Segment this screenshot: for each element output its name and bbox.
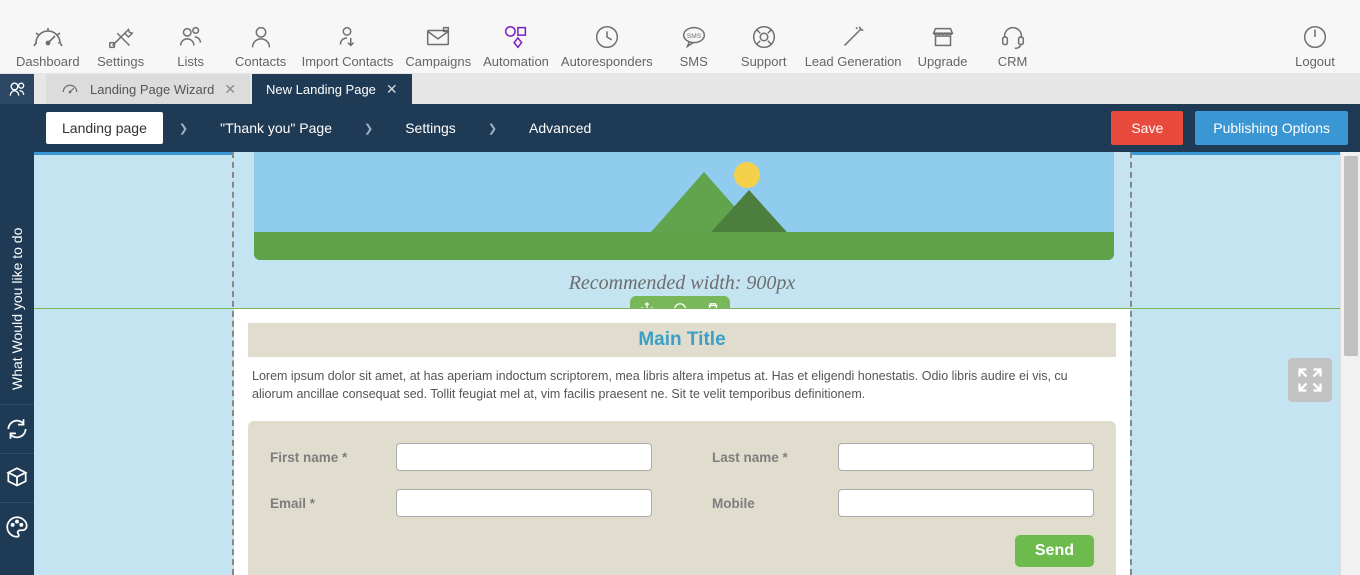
scroll-thumb[interactable] <box>1344 156 1358 356</box>
step-thank-you[interactable]: "Thank you" Page <box>204 112 348 144</box>
nav-sms[interactable]: SMS SMS <box>659 18 729 71</box>
mobile-label: Mobile <box>712 496 822 511</box>
step-settings[interactable]: Settings <box>389 112 472 144</box>
envelope-icon <box>421 20 455 54</box>
nav-label: Support <box>741 54 787 69</box>
tools-icon <box>104 20 138 54</box>
close-icon[interactable]: ✕ <box>386 82 398 96</box>
email-input[interactable] <box>396 489 652 517</box>
main-title[interactable]: Main Title <box>248 323 1116 357</box>
send-button[interactable]: Send <box>1015 535 1094 567</box>
step-bar: Landing page ❯ "Thank you" Page ❯ Settin… <box>34 104 1360 152</box>
vertical-scrollbar[interactable] <box>1340 152 1360 575</box>
tab-label: New Landing Page <box>266 82 376 97</box>
nav-dashboard[interactable]: Dashboard <box>10 18 86 71</box>
nav-label: Upgrade <box>918 54 968 69</box>
store-icon <box>926 20 960 54</box>
publishing-options-button[interactable]: Publishing Options <box>1195 111 1348 145</box>
signup-form[interactable]: First name * Last name * Email * <box>248 421 1116 575</box>
last-name-input[interactable] <box>838 443 1094 471</box>
first-name-input[interactable] <box>396 443 652 471</box>
sms-icon: SMS <box>677 20 711 54</box>
gauge-icon <box>31 20 65 54</box>
nav-label: Lead Generation <box>805 54 902 69</box>
nav-import-contacts[interactable]: Import Contacts <box>296 18 400 71</box>
step-advanced[interactable]: Advanced <box>513 112 607 144</box>
nav-label: Settings <box>97 54 144 69</box>
gauge-icon <box>60 79 80 99</box>
left-sidebar: What Would you like to do <box>0 104 34 575</box>
last-name-label: Last name * <box>712 450 822 465</box>
top-nav: Dashboard Settings Lists Contacts Import… <box>0 0 1360 74</box>
save-button[interactable]: Save <box>1111 111 1183 145</box>
nav-settings[interactable]: Settings <box>86 18 156 71</box>
automation-icon <box>499 20 533 54</box>
close-icon[interactable]: ✕ <box>224 82 236 96</box>
first-name-label: First name * <box>270 450 380 465</box>
nav-lead-generation[interactable]: Lead Generation <box>799 18 908 71</box>
nav-label: Campaigns <box>405 54 471 69</box>
lorem-text[interactable]: Lorem ipsum dolor sit amet, at has aperi… <box>252 367 1112 403</box>
wand-icon <box>836 20 870 54</box>
lifebuoy-icon <box>747 20 781 54</box>
nav-support[interactable]: Support <box>729 18 799 71</box>
headset-icon <box>996 20 1030 54</box>
nav-label: Lists <box>177 54 204 69</box>
canvas[interactable]: Recommended width: 900px Main Title Lore… <box>34 152 1360 575</box>
chevron-right-icon: ❯ <box>163 122 204 135</box>
import-icon <box>330 20 364 54</box>
tab-landing-wizard[interactable]: Landing Page Wizard ✕ <box>46 74 250 104</box>
power-icon <box>1298 20 1332 54</box>
sidebar-refresh-button[interactable] <box>0 405 34 453</box>
chevron-right-icon: ❯ <box>348 122 389 135</box>
people-icon <box>174 20 208 54</box>
step-landing-page[interactable]: Landing page <box>46 112 163 144</box>
nav-campaigns[interactable]: Campaigns <box>399 18 477 71</box>
sidebar-rot-label[interactable]: What Would you like to do <box>9 104 25 404</box>
tab-new-landing-page[interactable]: New Landing Page ✕ <box>252 74 412 104</box>
nav-logout[interactable]: Logout <box>1280 18 1350 71</box>
nav-upgrade[interactable]: Upgrade <box>908 18 978 71</box>
clock-icon <box>590 20 624 54</box>
svg-text:SMS: SMS <box>687 33 702 40</box>
tabs-bar: Landing Page Wizard ✕ New Landing Page ✕ <box>0 74 1360 104</box>
nav-crm[interactable]: CRM <box>978 18 1048 71</box>
nav-automation[interactable]: Automation <box>477 18 555 71</box>
mobile-input[interactable] <box>838 489 1094 517</box>
nav-lists[interactable]: Lists <box>156 18 226 71</box>
tab-label: Landing Page Wizard <box>90 82 214 97</box>
nav-label: Autoresponders <box>561 54 653 69</box>
nav-contacts[interactable]: Contacts <box>226 18 296 71</box>
nav-autoresponders[interactable]: Autoresponders <box>555 18 659 71</box>
sidebar-blocks-button[interactable] <box>0 454 34 502</box>
chevron-right-icon: ❯ <box>472 122 513 135</box>
nav-label: SMS <box>680 54 708 69</box>
nav-label: Logout <box>1295 54 1335 69</box>
nav-label: Dashboard <box>16 54 80 69</box>
side-corner-icon[interactable] <box>0 74 34 104</box>
recommended-width-label: Recommended width: 900px <box>232 272 1132 295</box>
nav-label: Import Contacts <box>302 54 394 69</box>
nav-label: Contacts <box>235 54 286 69</box>
nav-label: CRM <box>998 54 1028 69</box>
contact-icon <box>244 20 278 54</box>
email-label: Email * <box>270 496 380 511</box>
hero-image-placeholder[interactable] <box>254 152 1114 260</box>
workspace: Landing page ❯ "Thank you" Page ❯ Settin… <box>34 104 1360 575</box>
content-panel[interactable]: Main Title Lorem ipsum dolor sit amet, a… <box>234 309 1130 575</box>
fullscreen-button[interactable] <box>1288 358 1332 402</box>
sidebar-palette-button[interactable] <box>0 503 34 551</box>
nav-label: Automation <box>483 54 549 69</box>
